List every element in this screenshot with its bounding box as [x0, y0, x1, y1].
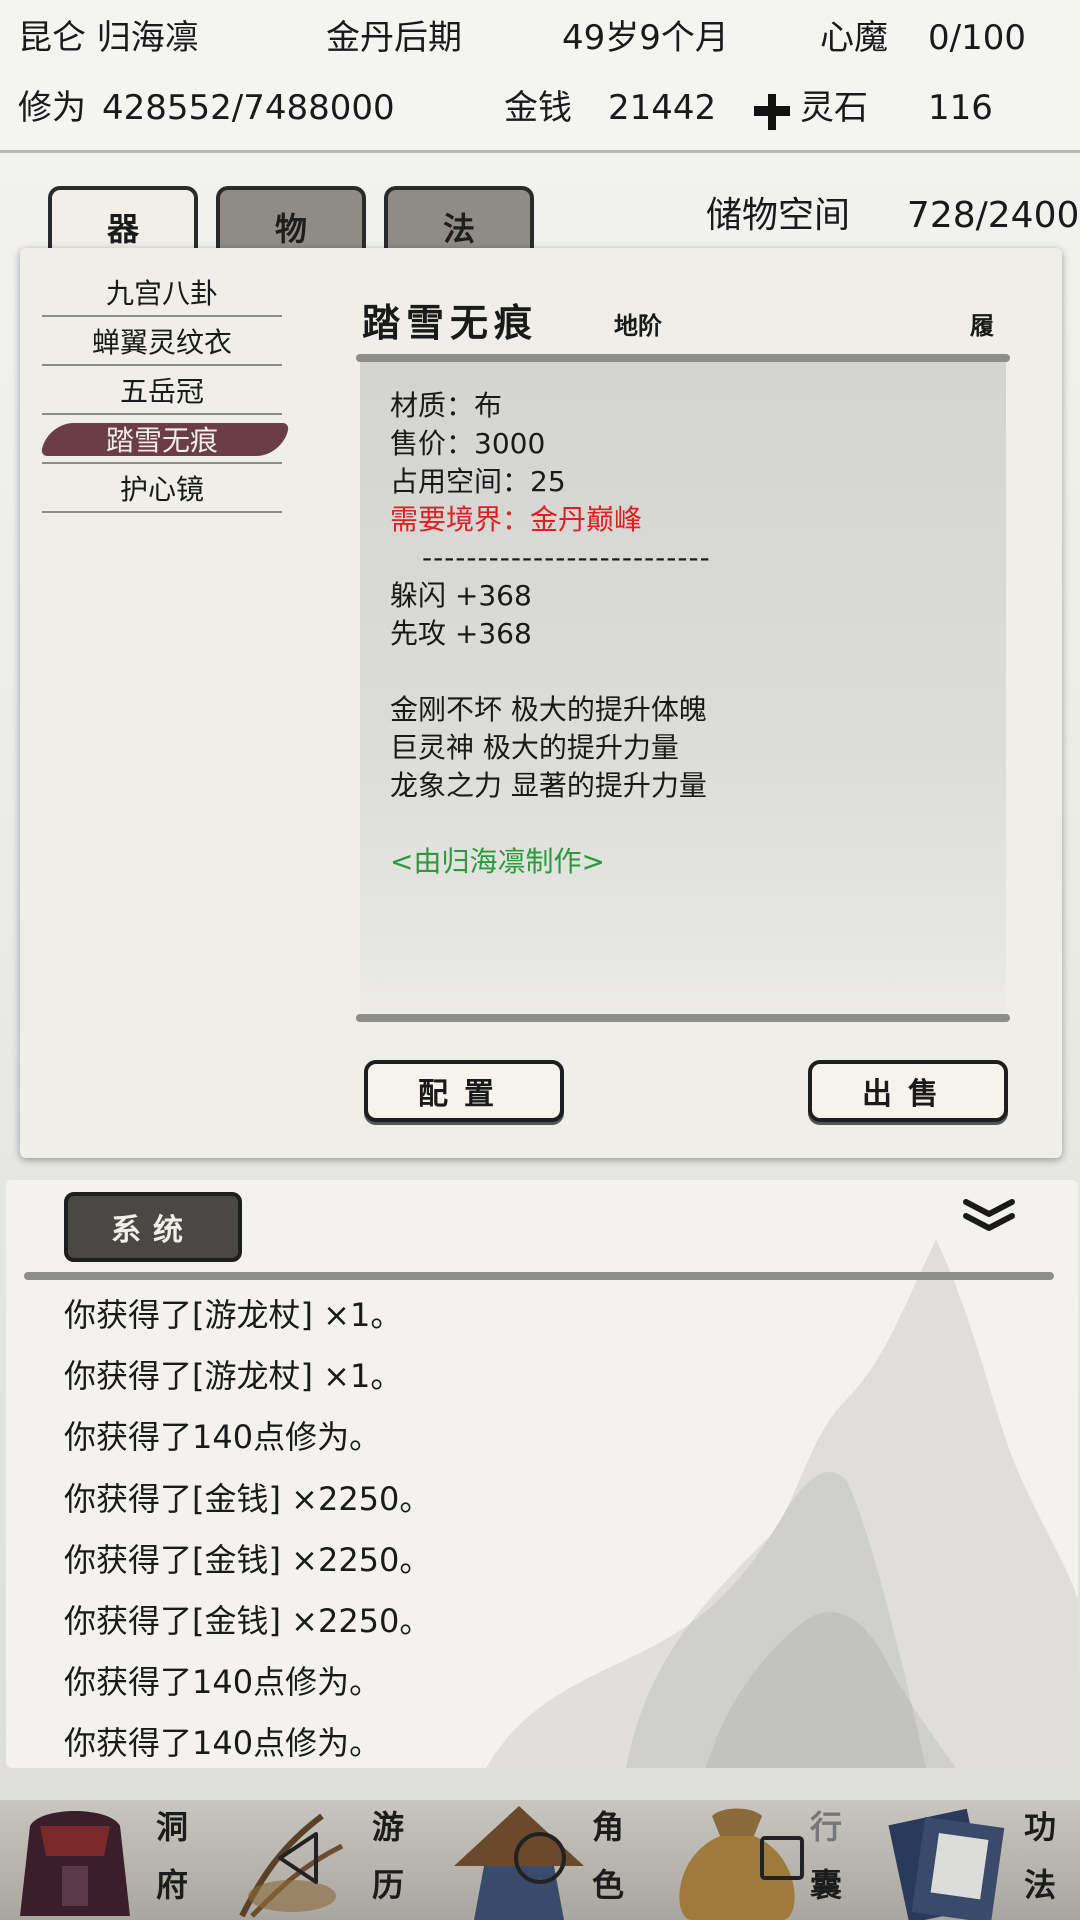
item-effect: 金刚不坏 极大的提升体魄 — [390, 693, 707, 726]
status-bar: 昆仑 归海凛 金丹后期 49岁9个月 心魔 0/100 修为 428552/74… — [0, 0, 1080, 153]
nav-label: 游 — [372, 1808, 405, 1846]
storage-value: 728/2400 — [906, 195, 1080, 236]
spirit-stone-icon — [754, 94, 790, 130]
log-line: 你获得了[金钱] ×2250。 — [64, 1602, 432, 1640]
technique-icon — [888, 1808, 1005, 1920]
nav-label: 功 — [1024, 1808, 1057, 1846]
storage-label: 储物空间 — [706, 195, 851, 236]
nav-label: 角 — [592, 1808, 625, 1846]
nav-cave-residence[interactable]: 洞 府 — [0, 1796, 188, 1920]
detail-dashed-divider: -------------------------- — [422, 541, 711, 574]
item-price: 售价：3000 — [390, 427, 546, 460]
log-line: 你获得了140点修为。 — [64, 1724, 382, 1762]
spirit-stone-label: 灵石 — [800, 88, 868, 128]
item-space: 占用空间：25 — [390, 465, 566, 498]
recents-square-icon[interactable] — [752, 1828, 812, 1888]
home-circle-icon[interactable] — [510, 1828, 570, 1888]
cave-residence-icon — [20, 1811, 130, 1916]
nav-label: 洞 — [156, 1808, 189, 1846]
equip-button[interactable]: 配置 — [364, 1060, 564, 1122]
item-title: 踏雪无痕 — [362, 300, 539, 345]
list-item[interactable]: 九宫八卦 — [42, 268, 282, 317]
double-chevron-down-icon[interactable] — [960, 1196, 1018, 1236]
spirit-stone-value: 116 — [928, 88, 993, 128]
cultivation-value: 428552/7488000 — [102, 88, 395, 128]
nav-technique[interactable]: 功 法 — [878, 1796, 1080, 1920]
divider — [356, 1014, 1010, 1022]
sell-button[interactable]: 出售 — [808, 1060, 1008, 1122]
tab-techniques[interactable]: 法 — [384, 186, 534, 256]
storage-capacity: 储物空间 728/2400 — [706, 186, 1079, 238]
list-item[interactable]: 护心镜 — [42, 464, 282, 513]
tab-system-log[interactable]: 系统 — [64, 1192, 242, 1262]
cultivation-label: 修为 — [18, 88, 86, 128]
log-line: 你获得了[金钱] ×2250。 — [64, 1480, 432, 1518]
log-line: 你获得了[游龙杖] ×1。 — [64, 1357, 403, 1395]
item-list: 九宫八卦 蝉翼灵纹衣 五岳冠 踏雪无痕 护心镜 — [42, 268, 282, 513]
nav-label: 府 — [156, 1866, 189, 1904]
log-line: 你获得了[金钱] ×2250。 — [64, 1541, 432, 1579]
realm-text: 金丹后期 — [326, 18, 462, 58]
log-line: 你获得了140点修为。 — [64, 1418, 382, 1456]
log-line: 你获得了140点修为。 — [64, 1663, 382, 1701]
item-name: 五岳冠 — [119, 374, 204, 408]
item-name: 九宫八卦 — [105, 276, 218, 310]
item-grade: 地阶 — [614, 311, 662, 340]
log-line: 你获得了[游龙杖] ×1。 — [64, 1296, 403, 1334]
tab-items[interactable]: 物 — [216, 186, 366, 256]
item-name: 蝉翼灵纹衣 — [91, 325, 232, 359]
money-label: 金钱 — [504, 88, 572, 128]
item-stat: 躲闪 +368 — [390, 579, 532, 612]
item-requirement: 需要境界：金丹巅峰 — [390, 503, 643, 536]
divider — [356, 354, 1010, 362]
item-material: 材质：布 — [390, 389, 503, 422]
age-text: 49岁9个月 — [562, 18, 729, 58]
item-name: 护心镜 — [119, 472, 204, 506]
item-effect: 巨灵神 极大的提升力量 — [390, 731, 679, 764]
nav-label: 色 — [592, 1866, 625, 1904]
player-name: 昆仑 归海凛 — [18, 18, 199, 58]
item-slot: 履 — [970, 311, 994, 340]
item-name: 踏雪无痕 — [105, 423, 218, 457]
list-item-selected[interactable]: 踏雪无痕 — [42, 415, 282, 464]
tab-equipment[interactable]: 器 — [48, 186, 198, 256]
heart-demon-label: 心魔 — [820, 18, 888, 58]
nav-label: 囊 — [810, 1866, 843, 1904]
nav-label: 法 — [1024, 1866, 1057, 1904]
divider — [24, 1272, 1054, 1280]
money-value: 21442 — [608, 88, 717, 128]
heart-demon-value: 0/100 — [928, 18, 1026, 58]
nav-label: 行 — [810, 1808, 843, 1846]
back-triangle-icon[interactable] — [270, 1828, 330, 1888]
list-item[interactable]: 蝉翼灵纹衣 — [42, 317, 282, 366]
item-stat: 先攻 +368 — [390, 617, 532, 650]
list-item[interactable]: 五岳冠 — [42, 366, 282, 415]
nav-label: 历 — [372, 1866, 405, 1904]
item-maker: <由归海凛制作> — [390, 845, 605, 878]
item-effect: 龙象之力 显著的提升力量 — [390, 769, 707, 802]
